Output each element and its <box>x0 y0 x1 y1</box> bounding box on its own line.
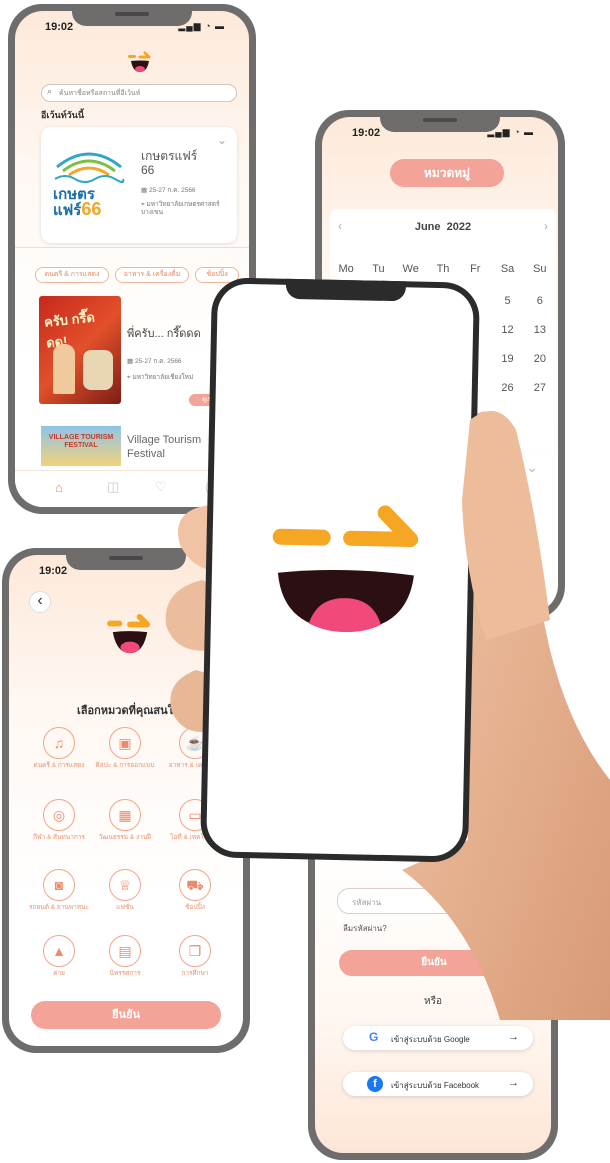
chevron-down-icon[interactable]: ⌄ <box>217 133 227 147</box>
featured-location: ⌖ มหาวิทยาลัยเกษตรศาสตร์ บางเขน <box>141 201 220 216</box>
pattern-icon: ▦ <box>109 799 141 831</box>
category-sports[interactable]: ◎ กีฬา & สันทนาการ <box>29 799 89 842</box>
search-placeholder: ค้นหาชื่อหรือสถานที่อีเว้นท์ <box>59 90 141 97</box>
app-logo <box>128 51 151 72</box>
search-icon: ⌕ <box>47 86 53 96</box>
shirt-icon: ♕ <box>109 869 141 901</box>
app-logo-large <box>272 505 419 633</box>
chip-music[interactable]: ดนตรี & การแสดง <box>35 267 109 283</box>
search-input[interactable]: ⌕ ค้นหาชื่อหรือสถานที่อีเว้นท์ <box>41 84 237 102</box>
back-icon: ‹ <box>37 592 43 609</box>
status-time: 19:02 <box>352 127 381 139</box>
facebook-login-button[interactable]: f เข้าสู่ระบบด้วย Facebook → <box>343 1072 533 1096</box>
ball-icon: ◎ <box>43 799 75 831</box>
easel-icon: ▣ <box>109 727 141 759</box>
kaset-logo-text: เกษตร แฟร์66 <box>53 186 102 219</box>
category-button[interactable]: หมวดหมู่ <box>390 159 504 187</box>
calendar-icon: ▦ <box>127 358 135 365</box>
event-poster-3: VILLAGE TOURISM FESTIVAL <box>41 426 121 466</box>
featured-event-card[interactable]: เกษตร แฟร์66 เกษตรแฟร์ 66 ⌄ ▦ 25-27 ก.ค.… <box>41 127 237 243</box>
phone-splash <box>199 277 481 863</box>
event2-title: พี่ครับ... กรี๊ดดด <box>127 328 201 340</box>
music-icon: ♫ <box>43 727 75 759</box>
facebook-icon: f <box>367 1076 383 1092</box>
gallery-icon: ▤ <box>109 935 141 967</box>
category-music[interactable]: ♫ ดนตรี & การแสดง <box>29 727 89 770</box>
google-login-button[interactable]: G เข้าสู่ระบบด้วย Google → <box>343 1026 533 1050</box>
section-title: อีเว้นท์วันนี้ <box>41 110 84 120</box>
back-button[interactable]: ‹ <box>29 591 51 613</box>
tent-icon: ▲ <box>43 935 75 967</box>
arrow-right-icon: → <box>508 1031 519 1043</box>
category-camp[interactable]: ▲ ค่าย <box>29 935 89 978</box>
event2-date: ▦ 25-27 ก.ค. 2566 <box>127 358 182 365</box>
splash-screen <box>206 283 474 857</box>
notch <box>285 278 407 302</box>
home-icon[interactable]: ⌂ <box>55 480 63 495</box>
notch <box>72 4 192 26</box>
next-month-icon[interactable]: › <box>544 219 548 233</box>
weekday-row: Mo Tu We Th Fr Sa Su <box>338 263 547 275</box>
divider <box>15 247 249 248</box>
hand-thumb <box>462 411 550 640</box>
chip-food[interactable]: อาหาร & เครื่องดื่ม <box>115 267 189 283</box>
status-time: 19:02 <box>39 565 68 577</box>
camera-icon[interactable]: ◫ <box>107 479 119 495</box>
google-icon: G <box>369 1030 379 1044</box>
calendar-month-label: June 2022 <box>414 221 472 233</box>
featured-date: ▦ 25-27 ก.ค. 2566 <box>141 187 196 194</box>
event-poster-2: ครับ กรี๊ดดด! <box>39 296 121 404</box>
calendar-icon: ▦ <box>141 187 149 194</box>
category-vehicles[interactable]: ◙ รถยนต์ & ยานพาหนะ <box>29 869 89 912</box>
notch <box>380 110 500 132</box>
arrow-right-icon: → <box>508 1077 519 1089</box>
featured-title-2: 66 <box>141 163 155 177</box>
car-icon: ◙ <box>43 869 75 901</box>
event2-location: ⌖ มหาวิทยาลัยเชียงใหม่ <box>127 374 194 381</box>
status-time: 19:02 <box>45 21 74 33</box>
